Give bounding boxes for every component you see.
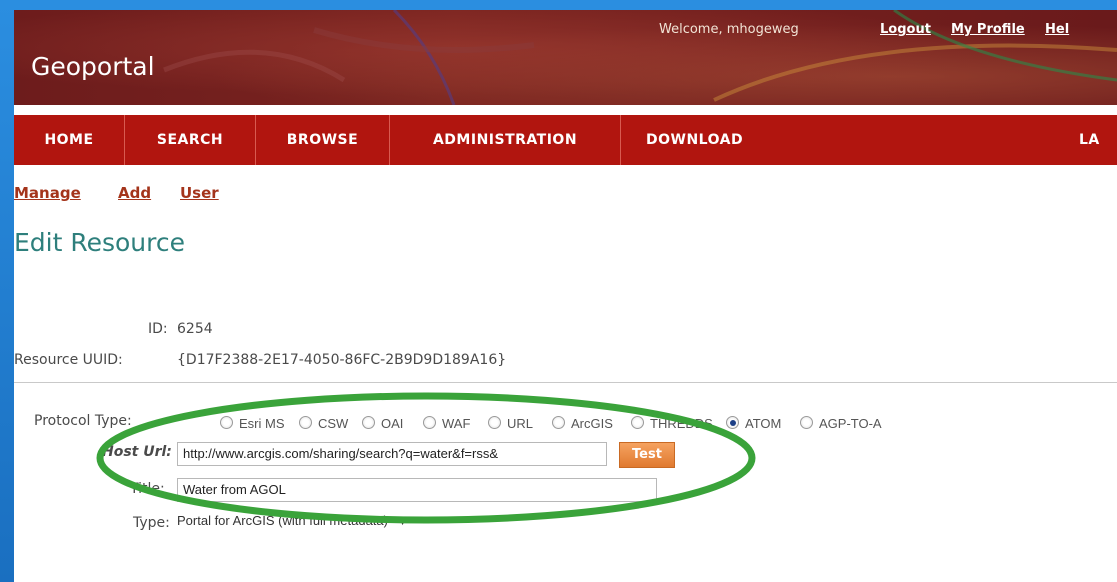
radio-agp-to-a[interactable] <box>800 416 813 429</box>
nav-home[interactable]: HOME <box>14 115 124 165</box>
subnav-user[interactable]: User <box>180 184 219 202</box>
subnav-manage[interactable]: Manage <box>14 184 81 202</box>
main-nav: HOME SEARCH BROWSE ADMINISTRATION DOWNLO… <box>14 115 1117 165</box>
nav-browse[interactable]: BROWSE <box>256 115 389 165</box>
radio-label-agp-to-a: AGP-TO-A <box>819 416 882 431</box>
uuid-label: Resource UUID: <box>14 352 123 368</box>
browser-page: Geoportal Welcome, mhogeweg Logout My Pr… <box>14 10 1117 582</box>
highlight-oval <box>96 392 756 524</box>
nav-search[interactable]: SEARCH <box>125 115 255 165</box>
section-divider <box>14 382 1117 383</box>
presentation-frame: Geoportal Welcome, mhogeweg Logout My Pr… <box>0 0 1117 582</box>
welcome-text: Welcome, mhogeweg <box>659 22 799 37</box>
header-banner: Geoportal Welcome, mhogeweg Logout My Pr… <box>14 10 1117 105</box>
help-link[interactable]: Hel <box>1045 22 1069 37</box>
page-title: Edit Resource <box>14 228 186 257</box>
subnav-add[interactable]: Add <box>118 184 151 202</box>
logout-link[interactable]: Logout <box>880 22 931 37</box>
nav-download[interactable]: DOWNLOAD <box>621 115 806 165</box>
nav-administration[interactable]: ADMINISTRATION <box>390 115 620 165</box>
uuid-value: {D17F2388-2E17-4050-86FC-2B9D9D189A16} <box>177 352 507 368</box>
app-title[interactable]: Geoportal <box>31 52 155 81</box>
id-value: 6254 <box>177 321 213 337</box>
nav-language[interactable]: LA <box>1079 115 1117 165</box>
id-label: ID: <box>148 321 168 337</box>
my-profile-link[interactable]: My Profile <box>951 22 1025 37</box>
